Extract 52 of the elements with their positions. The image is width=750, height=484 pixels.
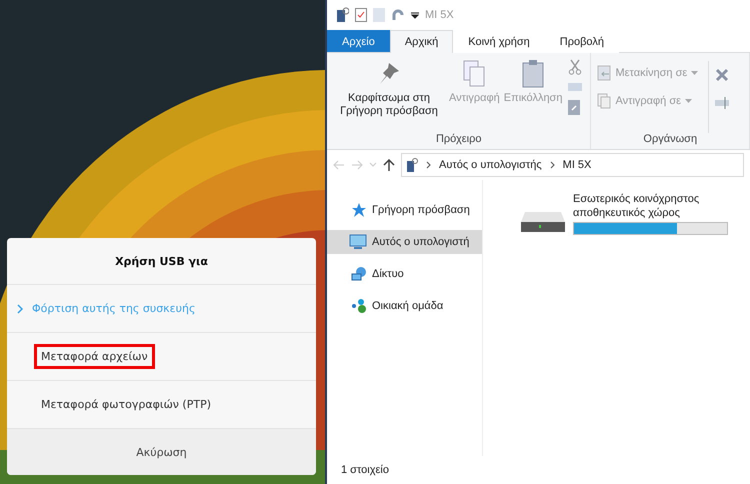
- phone-icon: [406, 158, 418, 172]
- rename-icon: [715, 96, 730, 110]
- nav-item[interactable]: Δίκτυο: [327, 262, 482, 286]
- status-text: 1 στοιχείο: [341, 464, 389, 476]
- option-label: Φόρτιση αυτής της συσκευής: [31, 301, 196, 317]
- drive-icon: [521, 210, 565, 232]
- ribbon-tab[interactable]: Αρχική: [390, 30, 454, 53]
- group-label: Πρόχειρο: [434, 133, 482, 147]
- drive-name: Εσωτερικός κοινόχρηστος αποθηκευτικός χώρος: [573, 192, 700, 220]
- nav-label: Δίκτυο: [372, 268, 404, 280]
- copy-icon: [597, 93, 612, 109]
- checklist-icon[interactable]: [355, 8, 367, 22]
- nav-label: Οικιακή ομάδα: [372, 300, 444, 312]
- dropdown-icon[interactable]: [411, 11, 419, 19]
- dialog-title: Χρήση USB για: [7, 238, 316, 285]
- window-title: MI 5X: [425, 9, 454, 21]
- shortcut-icon: [568, 99, 580, 115]
- back-icon[interactable]: [333, 160, 345, 170]
- highlighted-label: Μεταφορά αρχείων: [34, 344, 155, 369]
- nav-label: Γρήγορη πρόσβαση: [372, 204, 470, 216]
- nav-item[interactable]: Γρήγορη πρόσβαση: [327, 198, 482, 222]
- monitor-icon: [349, 234, 367, 250]
- redo-icon[interactable]: [391, 8, 405, 22]
- rename-button[interactable]: [713, 94, 732, 112]
- caret-icon[interactable]: [369, 162, 377, 168]
- chevron-icon: [426, 161, 431, 169]
- nav-label: Αυτός ο υπολογιστή: [372, 236, 470, 248]
- nav-item[interactable]: Αυτός ο υπολογιστή: [327, 230, 482, 254]
- star-icon: [351, 202, 367, 218]
- path-icon: [568, 82, 582, 92]
- chevron-icon: [17, 304, 23, 314]
- scissors-icon: [568, 59, 582, 75]
- address-bar[interactable]: Αυτός ο υπολογιστής MI 5X: [401, 153, 744, 177]
- breadcrumb[interactable]: MI 5X: [562, 159, 592, 171]
- ribbon-tab[interactable]: Αρχείο: [327, 30, 390, 52]
- usb-option[interactable]: Μεταφορά αρχείων: [7, 333, 316, 381]
- caret-icon: [691, 71, 698, 75]
- breadcrumb[interactable]: Αυτός ο υπολογιστής: [439, 159, 542, 171]
- up-icon[interactable]: [383, 159, 395, 171]
- small-ribbon-button[interactable]: [566, 80, 584, 94]
- group-label: Οργάνωση: [642, 133, 698, 147]
- forward-icon[interactable]: [351, 160, 363, 170]
- ribbon-button[interactable]: Καρφίτσωμα στη Γρήγορη πρόσβαση: [333, 57, 445, 133]
- chevron-icon: [550, 161, 555, 169]
- x-icon: [715, 68, 730, 82]
- homegroup-icon: [351, 298, 367, 314]
- caret-icon: [685, 99, 692, 103]
- network-icon: [351, 266, 367, 282]
- nav-item[interactable]: Οικιακή ομάδα: [327, 294, 482, 318]
- option-label: Μεταφορά φωτογραφιών (PTP): [40, 397, 212, 413]
- phone-icon: [335, 7, 349, 23]
- cancel-button[interactable]: Ακύρωση: [7, 429, 316, 475]
